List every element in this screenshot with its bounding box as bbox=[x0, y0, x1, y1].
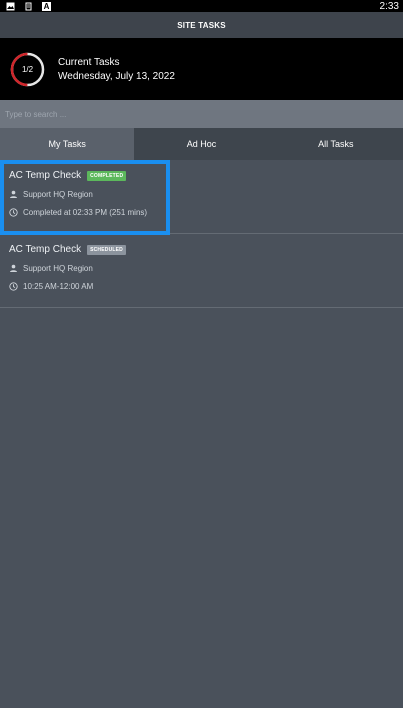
status-bar: A 2:33 bbox=[0, 0, 403, 12]
task-title: AC Temp Check bbox=[9, 170, 82, 181]
status-icons: A bbox=[6, 1, 51, 11]
task-time: 10:25 AM-12:00 AM bbox=[23, 282, 94, 291]
notification-icon bbox=[24, 2, 33, 11]
person-icon bbox=[9, 264, 18, 273]
tab-ad-hoc[interactable]: Ad Hoc bbox=[134, 128, 268, 160]
status-time: 2:33 bbox=[379, 0, 399, 12]
task-region: Support HQ Region bbox=[23, 264, 93, 273]
status-badge-completed: COMPLETED bbox=[87, 170, 127, 181]
task-time: Completed at 02:33 PM (251 mins) bbox=[23, 208, 148, 217]
clock-icon bbox=[9, 208, 18, 217]
task-list: AC Temp Check COMPLETED Support HQ Regio… bbox=[0, 160, 403, 308]
task-summary: 1/2 Current Tasks Wednesday, July 13, 20… bbox=[0, 38, 403, 100]
progress-label: 1/2 bbox=[21, 64, 34, 74]
progress-ring: 1/2 bbox=[10, 52, 45, 87]
status-badge-scheduled: SCHEDULED bbox=[87, 244, 126, 255]
person-icon bbox=[9, 190, 18, 199]
tab-my-tasks[interactable]: My Tasks bbox=[0, 128, 135, 160]
app-a-icon: A bbox=[42, 1, 51, 11]
image-icon bbox=[6, 2, 15, 11]
summary-title: Current Tasks bbox=[58, 56, 120, 68]
search-bar bbox=[0, 100, 403, 128]
tab-all-tasks[interactable]: All Tasks bbox=[269, 128, 403, 160]
task-title: AC Temp Check bbox=[9, 244, 82, 255]
app-header: SITE TASKS bbox=[0, 12, 403, 38]
clock-icon bbox=[9, 282, 18, 291]
task-item[interactable]: AC Temp Check SCHEDULED Support HQ Regio… bbox=[0, 234, 403, 308]
tab-bar: My Tasks Ad Hoc All Tasks bbox=[0, 128, 403, 160]
task-item[interactable]: AC Temp Check COMPLETED Support HQ Regio… bbox=[0, 160, 403, 235]
summary-text: Current Tasks Wednesday, July 13, 2022 bbox=[58, 57, 175, 82]
page-title: SITE TASKS bbox=[177, 20, 226, 30]
search-input[interactable] bbox=[5, 109, 403, 119]
task-region: Support HQ Region bbox=[23, 190, 93, 199]
summary-date: Wednesday, July 13, 2022 bbox=[58, 70, 175, 82]
